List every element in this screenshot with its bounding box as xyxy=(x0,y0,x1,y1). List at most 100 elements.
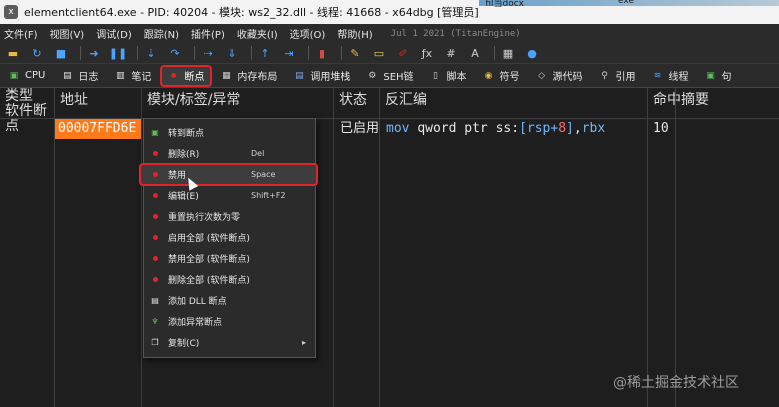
execute-till-return-icon[interactable]: ↑ xyxy=(256,45,274,61)
toolbar-divider xyxy=(251,46,252,60)
tab-label: 脚本 xyxy=(446,72,467,83)
tab-call-stack[interactable]: ▤ 调用堆栈 xyxy=(287,66,357,86)
tab-breakpoints[interactable]: 断点 xyxy=(160,64,213,87)
menu-item-enable-all[interactable]: 启用全部 (软件断点) xyxy=(144,227,315,248)
disassembly-cell: mov qword ptr ss:[rsp+8],rbx xyxy=(386,121,606,136)
watermark: @稀土掘金技术社区 xyxy=(613,375,739,391)
tab-threads[interactable]: ≋ 线程 xyxy=(646,66,696,86)
step-over-icon[interactable]: ↷ xyxy=(166,45,184,61)
menu-item-label: 添加异常断点 xyxy=(168,318,223,328)
tab-script[interactable]: ▯ 脚本 xyxy=(424,66,474,86)
address-cell[interactable]: 00007FFD6E xyxy=(55,119,141,139)
column-header-address[interactable]: 地址 xyxy=(55,88,88,118)
menu-item-label: 删除(R) xyxy=(168,150,200,160)
column-header-state[interactable]: 状态 xyxy=(334,88,367,118)
patch-icon[interactable]: ▭ xyxy=(370,45,388,61)
menu-plugins[interactable]: 插件(P) xyxy=(191,26,225,41)
tab-label: CPU xyxy=(25,70,46,81)
menu-item-copy[interactable]: ❐ 复制(C) ▸ xyxy=(144,332,315,353)
open-icon[interactable]: ▬ xyxy=(4,45,22,61)
run-icon[interactable]: ➜ xyxy=(85,45,103,61)
table-row[interactable]: 00007FFD6E 已启用 mov qword ptr ss:[rsp+8],… xyxy=(0,119,779,139)
menu-options[interactable]: 选项(O) xyxy=(290,26,326,41)
pause-icon[interactable]: ❚❚ xyxy=(109,45,127,61)
ptr-keyword: ptr xyxy=(464,121,488,136)
tab-symbols[interactable]: ◉ 符号 xyxy=(477,66,527,86)
menu-bar: 文件(F) 视图(V) 调试(D) 跟踪(N) 插件(P) 收藏夹(I) 选项(… xyxy=(0,24,779,43)
disable-all-icon xyxy=(149,253,161,265)
tab-label: 源代码 xyxy=(552,72,583,83)
menu-item-delete[interactable]: 删除(R) Del xyxy=(144,143,315,164)
menu-favourites[interactable]: 收藏夹(I) xyxy=(237,26,278,41)
menu-item-reset-hit-count[interactable]: 重置执行次数为零 xyxy=(144,206,315,227)
label-icon[interactable]: ▦ xyxy=(499,45,517,61)
menu-item-label: 删除全部 (软件断点) xyxy=(168,276,250,286)
menu-item-label: 启用全部 (软件断点) xyxy=(168,234,250,244)
menu-item-shortcut: Shift+F2 xyxy=(251,191,286,200)
column-header-summary[interactable]: 摘要 xyxy=(676,88,709,118)
log-icon: ▤ xyxy=(63,70,72,81)
toolbar-divider xyxy=(308,46,309,60)
menu-trace[interactable]: 跟踪(N) xyxy=(144,26,179,41)
script-icon: ▯ xyxy=(433,70,438,81)
trace-into-icon[interactable]: ⇢ xyxy=(199,45,217,61)
edit-icon xyxy=(149,190,161,202)
menu-view[interactable]: 视图(V) xyxy=(50,26,85,41)
seh-icon: ⚙ xyxy=(368,70,377,81)
handles-icon: ▣ xyxy=(706,70,715,81)
tab-label: SEH链 xyxy=(383,72,414,83)
enable-all-icon xyxy=(149,232,161,244)
tab-memory-map[interactable]: ▦ 内存布局 xyxy=(214,66,284,86)
references-icon: ⚲ xyxy=(601,70,608,81)
memory-map-icon: ▦ xyxy=(222,70,231,81)
menu-item-label: 转到断点 xyxy=(168,129,205,139)
toolbar: ▬ ↻ ■ ➜ ❚❚ ⇣ ↷ ⇢ ⇓ ↑ ⇥ ▮ ✎ ▭ ✐ ƒx # A ▦ … xyxy=(0,43,779,64)
script-icon[interactable]: ▮ xyxy=(313,45,331,61)
tab-cpu[interactable]: ▣ CPU xyxy=(2,66,52,86)
comment-icon[interactable]: A xyxy=(466,45,484,61)
menu-item-delete-all[interactable]: 删除全部 (软件断点) xyxy=(144,269,315,290)
menu-item-edit[interactable]: 编辑(E) Shift+F2 xyxy=(144,185,315,206)
menu-file[interactable]: 文件(F) xyxy=(4,26,38,41)
run-to-user-code-icon[interactable]: ⇥ xyxy=(280,45,298,61)
tab-log[interactable]: ▤ 日志 xyxy=(55,66,105,86)
trace-over-icon[interactable]: ⇓ xyxy=(223,45,241,61)
column-header-type[interactable]: 类型 软件断点 xyxy=(0,88,55,134)
state-cell: 已启用 xyxy=(340,121,380,136)
copy-icon: ❐ xyxy=(151,338,159,347)
delete-all-icon xyxy=(149,274,161,286)
hash-icon[interactable]: # xyxy=(442,45,460,61)
stop-icon[interactable]: ■ xyxy=(52,45,70,61)
menu-help[interactable]: 帮助(H) xyxy=(337,26,372,41)
toolbar-divider xyxy=(80,46,81,60)
tab-source[interactable]: ◇ 源代码 xyxy=(530,66,590,86)
menu-debug[interactable]: 调试(D) xyxy=(96,26,132,41)
breakpoints-table[interactable]: 类型 软件断点 地址 模块/标签/异常 状态 反汇编 命中 摘要 00007FF… xyxy=(0,88,779,407)
menu-item-disable[interactable]: 禁用 Space xyxy=(139,163,318,186)
tab-notes[interactable]: ▥ 笔记 xyxy=(108,66,158,86)
globe-icon[interactable]: ● xyxy=(523,45,541,61)
header-label: 类型 xyxy=(5,88,33,104)
tab-label: 句 xyxy=(721,72,732,83)
tab-seh[interactable]: ⚙ SEH链 xyxy=(360,66,420,86)
edit-icon[interactable]: ✎ xyxy=(346,45,364,61)
menu-item-add-exception-breakpoint[interactable]: ♆ 添加异常断点 xyxy=(144,311,315,332)
menu-item-disable-all[interactable]: 禁用全部 (软件断点) xyxy=(144,248,315,269)
menu-item-goto-breakpoint[interactable]: ▣ 转到断点 xyxy=(144,122,315,143)
fx-icon[interactable]: ƒx xyxy=(418,45,436,61)
menu-item-label: 禁用全部 (软件断点) xyxy=(168,255,250,265)
restart-icon[interactable]: ↻ xyxy=(28,45,46,61)
column-header-module[interactable]: 模块/标签/异常 xyxy=(142,88,240,118)
goto-icon: ▣ xyxy=(151,128,159,137)
menu-item-add-dll-breakpoint[interactable]: ▤ 添加 DLL 断点 xyxy=(144,290,315,311)
call-stack-icon: ▤ xyxy=(295,70,304,81)
column-header-disassembly[interactable]: 反汇编 xyxy=(380,88,427,118)
tab-references[interactable]: ⚲ 引用 xyxy=(593,66,643,86)
highlight-icon[interactable]: ✐ xyxy=(394,45,412,61)
tab-label: 调用堆栈 xyxy=(310,72,351,83)
step-into-icon[interactable]: ⇣ xyxy=(142,45,160,61)
base-register: rsp xyxy=(526,121,551,136)
reset-icon xyxy=(149,211,161,223)
tab-handles[interactable]: ▣ 句 xyxy=(699,66,739,86)
source-icon: ◇ xyxy=(538,70,545,81)
